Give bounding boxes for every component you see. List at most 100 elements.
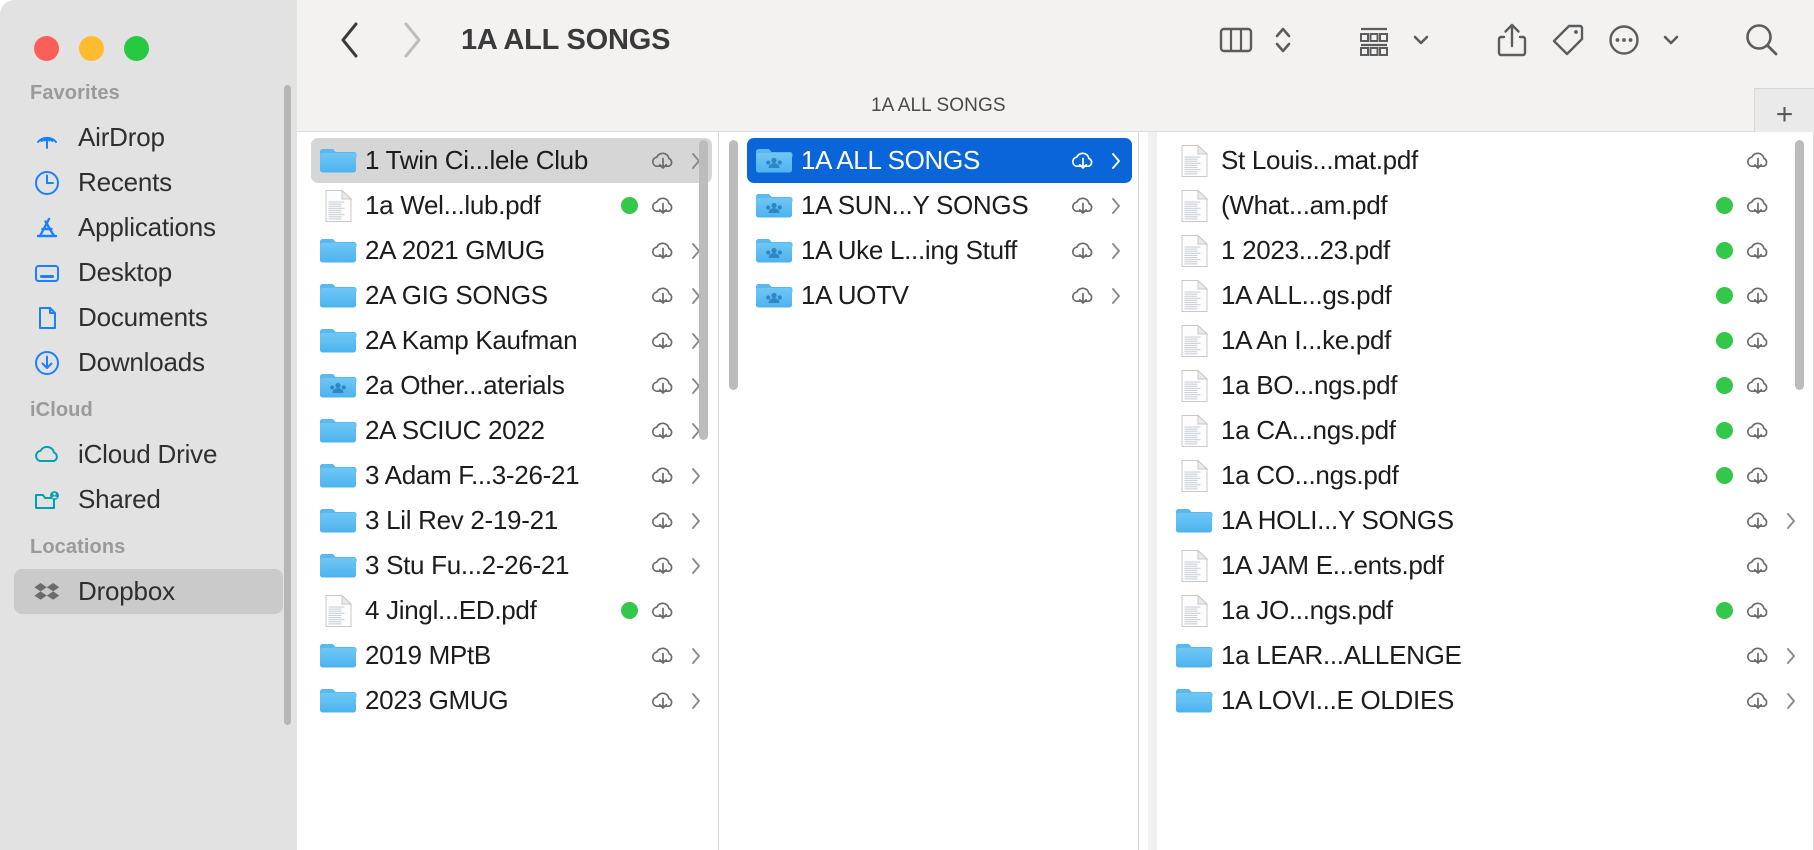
cloud-download-icon[interactable] — [648, 329, 678, 353]
column-2-scrollbar[interactable] — [729, 140, 738, 390]
folder-row[interactable]: 3 Stu Fu...2-26-21 — [311, 543, 712, 588]
shared-folder-icon — [753, 189, 795, 223]
sidebar-item-icloud-drive[interactable]: iCloud Drive — [14, 432, 283, 477]
cloud-download-icon[interactable] — [1743, 419, 1773, 443]
file-row[interactable]: 4 Jingl...ED.pdf — [311, 588, 712, 633]
cloud-download-icon[interactable] — [1743, 464, 1773, 488]
disclosure-chevron-right-icon — [688, 644, 704, 668]
item-name: 3 Lil Rev 2-19-21 — [365, 505, 558, 535]
file-row[interactable]: 1A ALL...gs.pdf — [1167, 273, 1807, 318]
file-row[interactable]: 1A JAM E...ents.pdf — [1167, 543, 1807, 588]
file-row[interactable]: 1a JO...ngs.pdf — [1167, 588, 1807, 633]
folder-row[interactable]: 1A ALL SONGS — [747, 138, 1132, 183]
back-button[interactable] — [329, 19, 371, 61]
folder-row[interactable]: 2A SCIUC 2022 — [311, 408, 712, 453]
sidebar-item-airdrop[interactable]: AirDrop — [14, 115, 283, 160]
cloud-download-icon[interactable] — [648, 689, 678, 713]
column-3-scrollbar[interactable] — [1795, 140, 1804, 390]
cloud-download-icon[interactable] — [648, 149, 678, 173]
file-row[interactable]: 1a Wel...lub.pdf — [311, 183, 712, 228]
tag-button[interactable] — [1540, 14, 1596, 66]
column-view-button[interactable] — [1208, 14, 1264, 66]
more-chevron-down-icon[interactable] — [1652, 14, 1690, 66]
sidebar-item-documents[interactable]: Documents — [14, 295, 283, 340]
cloud-download-icon[interactable] — [1743, 239, 1773, 263]
file-row[interactable]: 1a CO...ngs.pdf — [1167, 453, 1807, 498]
cloud-download-icon[interactable] — [1743, 194, 1773, 218]
cloud-download-icon[interactable] — [648, 419, 678, 443]
folder-row[interactable]: 1A SUN...Y SONGS — [747, 183, 1132, 228]
cloud-download-icon[interactable] — [1068, 239, 1098, 263]
cloud-download-icon[interactable] — [648, 599, 678, 623]
view-stepper-button[interactable] — [1264, 14, 1302, 66]
cloud-download-icon[interactable] — [1068, 194, 1098, 218]
item-name: (What...am.pdf — [1221, 190, 1388, 220]
share-button[interactable] — [1484, 14, 1540, 66]
item-name: 2019 MPtB — [365, 640, 491, 670]
group-by-button[interactable] — [1346, 14, 1402, 66]
cloud-download-icon[interactable] — [1743, 689, 1773, 713]
sidebar-item-applications[interactable]: Applications — [14, 205, 283, 250]
folder-row[interactable]: 3 Lil Rev 2-19-21 — [311, 498, 712, 543]
folder-row[interactable]: 2A 2021 GMUG — [311, 228, 712, 273]
cloud-download-icon[interactable] — [648, 554, 678, 578]
cloud-download-icon[interactable] — [648, 194, 678, 218]
minimize-button[interactable] — [79, 35, 104, 61]
column-1-scrollbar[interactable] — [699, 140, 708, 440]
cloud-download-icon[interactable] — [648, 284, 678, 308]
cloud-download-icon[interactable] — [648, 644, 678, 668]
cloud-download-icon[interactable] — [648, 374, 678, 398]
cloud-download-icon[interactable] — [1743, 329, 1773, 353]
close-button[interactable] — [34, 35, 59, 61]
green-tag-dot — [1716, 242, 1733, 259]
item-status — [1716, 689, 1799, 713]
folder-row[interactable]: 2019 MPtB — [311, 633, 712, 678]
folder-row[interactable]: 2A Kamp Kaufman — [311, 318, 712, 363]
file-row[interactable]: (What...am.pdf — [1167, 183, 1807, 228]
zoom-button[interactable] — [124, 35, 149, 61]
cloud-download-icon[interactable] — [1743, 509, 1773, 533]
folder-row[interactable]: 2023 GMUG — [311, 678, 712, 723]
cloud-download-icon[interactable] — [1068, 149, 1098, 173]
folder-row[interactable]: 1 Twin Ci...lele Club — [311, 138, 712, 183]
folder-icon — [317, 144, 359, 178]
forward-button[interactable] — [391, 19, 433, 61]
cloud-download-icon[interactable] — [648, 464, 678, 488]
folder-row[interactable]: 1A LOVI...E OLDIES — [1167, 678, 1807, 723]
cloud-download-icon[interactable] — [1743, 554, 1773, 578]
cloud-download-icon[interactable] — [1743, 644, 1773, 668]
folder-row[interactable]: 2A GIG SONGS — [311, 273, 712, 318]
finder-window: Favorites AirDrop Recents Applications Deskt… — [0, 0, 1814, 850]
pdf-file-icon — [1173, 458, 1215, 493]
sidebar-item-dropbox[interactable]: Dropbox — [14, 569, 283, 614]
search-button[interactable] — [1734, 14, 1790, 66]
file-row[interactable]: 1a BO...ngs.pdf — [1167, 363, 1807, 408]
sidebar-item-recents[interactable]: Recents — [14, 160, 283, 205]
cloud-download-icon[interactable] — [1743, 374, 1773, 398]
folder-row[interactable]: 2a Other...aterials — [311, 363, 712, 408]
group-by-chevron-down-icon[interactable] — [1402, 14, 1440, 66]
pdf-file-icon — [1173, 548, 1215, 583]
sidebar-item-shared[interactable]: Shared — [14, 477, 283, 522]
folder-row[interactable]: 1A UOTV — [747, 273, 1132, 318]
file-row[interactable]: 1A An I...ke.pdf — [1167, 318, 1807, 363]
file-row[interactable]: 1a CA...ngs.pdf — [1167, 408, 1807, 453]
cloud-download-icon[interactable] — [1743, 599, 1773, 623]
item-name: 2023 GMUG — [365, 685, 509, 715]
more-actions-button[interactable] — [1596, 14, 1652, 66]
sidebar-item-downloads[interactable]: Downloads — [14, 340, 283, 385]
cloud-download-icon[interactable] — [1743, 284, 1773, 308]
shared-folder-icon — [753, 279, 795, 313]
folder-row[interactable]: 1A HOLI...Y SONGS — [1167, 498, 1807, 543]
cloud-download-icon[interactable] — [648, 509, 678, 533]
cloud-download-icon[interactable] — [648, 239, 678, 263]
sidebar-item-desktop[interactable]: Desktop — [14, 250, 283, 295]
folder-row[interactable]: 1a LEAR...ALLENGE — [1167, 633, 1807, 678]
cloud-download-icon[interactable] — [1743, 149, 1773, 173]
sidebar-scrollbar[interactable] — [284, 85, 291, 725]
folder-row[interactable]: 1A Uke L...ing Stuff — [747, 228, 1132, 273]
folder-row[interactable]: 3 Adam F...3-26-21 — [311, 453, 712, 498]
file-row[interactable]: St Louis...mat.pdf — [1167, 138, 1807, 183]
cloud-download-icon[interactable] — [1068, 284, 1098, 308]
file-row[interactable]: 1 2023...23.pdf — [1167, 228, 1807, 273]
